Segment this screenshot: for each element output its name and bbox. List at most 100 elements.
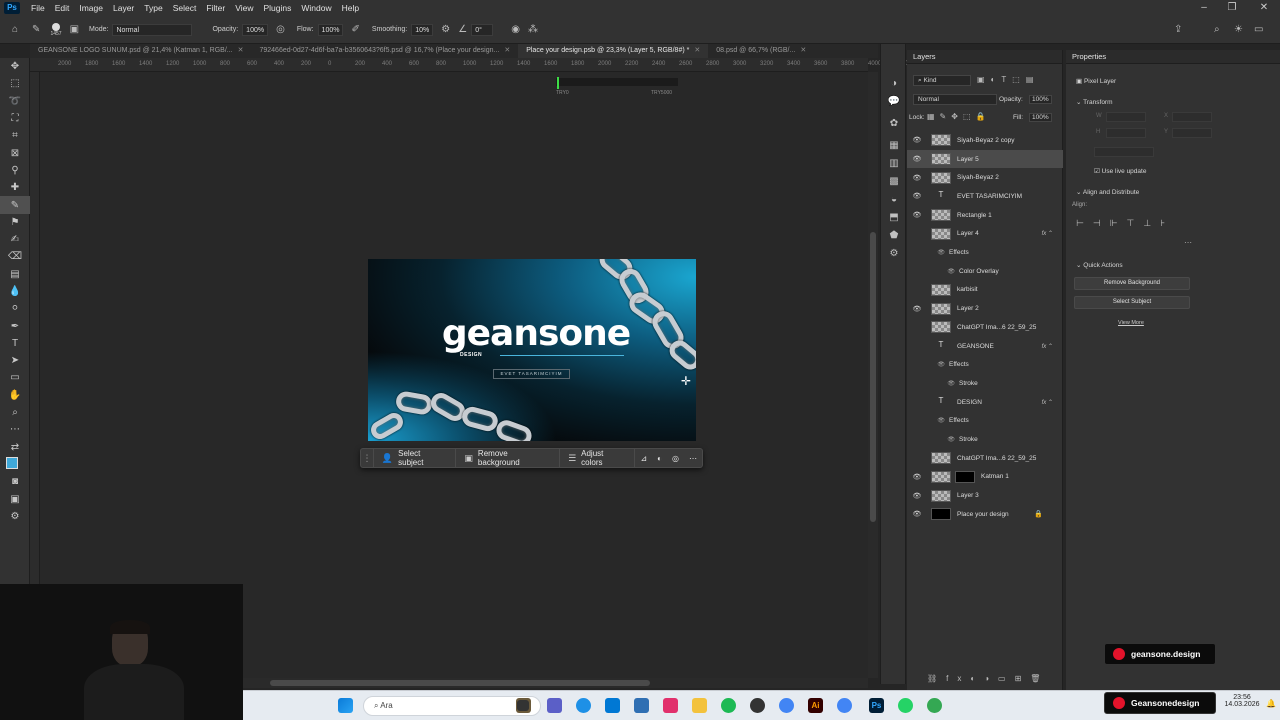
layer-row[interactable]: 👁 Place your design 🔒	[907, 505, 1063, 524]
visibility-eye-icon[interactable]: 👁	[909, 305, 925, 313]
layer-bottom-actions[interactable]: ⛓fx◐◑▭⊞🗑	[927, 674, 1049, 683]
lock-options-icons[interactable]: ▦✎✥⬚🔒	[927, 112, 990, 121]
tab-792466ed[interactable]: 792466ed-0d27-4d6f-ba7a-b3560643?6f5.psd…	[251, 44, 518, 58]
brush-tool-icon[interactable]: ✎	[0, 196, 30, 214]
instagram-icon[interactable]	[663, 698, 678, 713]
layer-effect-row[interactable]: 👁 Color Overlay	[907, 262, 1063, 281]
rectangle-tool-icon[interactable]: ▭	[0, 369, 30, 386]
lasso-tool-icon[interactable]: ➰	[0, 93, 30, 110]
shapes-panel-icon[interactable]: ⬟	[881, 226, 907, 244]
adjustment-icon[interactable]: ◎	[667, 454, 684, 463]
layer-row[interactable]: ChatGPT Ima...6 22_59_25	[907, 449, 1063, 468]
close-tab-icon[interactable]: ✕	[800, 47, 806, 54]
menu-plugins[interactable]: Plugins	[258, 3, 296, 13]
stamp-tool-icon[interactable]: ⚑	[0, 214, 30, 231]
align-buttons[interactable]: ⊢⊣⊩⊤⊥⊦	[1076, 218, 1174, 229]
taskbar-search[interactable]: ⌕ Ara	[363, 696, 541, 716]
more-options-icon[interactable]: ⋯	[684, 454, 702, 463]
close-tab-icon[interactable]: ✕	[238, 47, 244, 54]
whatsapp-icon[interactable]	[898, 698, 913, 713]
path-select-tool-icon[interactable]: ➤	[0, 352, 30, 369]
pressure-size-icon[interactable]: ◉	[511, 24, 520, 35]
history-panel-icon[interactable]: ⚙	[881, 244, 907, 262]
layer-row[interactable]: 👁 Katman 1	[907, 468, 1063, 487]
y-input[interactable]	[1172, 128, 1212, 138]
x-input[interactable]	[1172, 112, 1212, 122]
menu-help[interactable]: Help	[337, 3, 364, 13]
eyedropper-tool-icon[interactable]: ⚲	[0, 162, 30, 179]
spotify-icon[interactable]	[721, 698, 736, 713]
align-section-header[interactable]: ⌄ Align and Distribute	[1076, 188, 1139, 196]
live-update-checkbox[interactable]: ☑ Use live update	[1094, 167, 1146, 175]
more-options-icon[interactable]: ⋯	[1184, 238, 1192, 247]
menu-layer[interactable]: Layer	[108, 3, 139, 13]
visibility-eye-icon[interactable]: 👁	[909, 136, 925, 144]
marquee-tool-icon[interactable]: ⬚	[0, 75, 30, 92]
select-subject-button[interactable]: Select Subject	[1074, 296, 1190, 309]
vertical-scrollbar[interactable]	[868, 72, 878, 678]
patterns-panel-icon[interactable]: ▩	[881, 172, 907, 190]
layer-mask-thumbnail[interactable]	[955, 470, 975, 483]
notification-icon[interactable]: 🔔	[1266, 699, 1276, 708]
layer-row[interactable]: 👁 Siyah-Beyaz 2	[907, 168, 1063, 187]
adjust-colors-button[interactable]: ☰ Adjust colors	[559, 449, 634, 467]
layer-row[interactable]: 👁 Layer 3	[907, 486, 1063, 505]
visibility-eye-icon[interactable]: 👁	[909, 211, 925, 219]
layer-row[interactable]: ChatGPT Ima...6 22_59_25	[907, 318, 1063, 337]
move-tool-icon[interactable]: ✥	[0, 58, 30, 75]
layer-fill-input[interactable]: 100%	[1029, 113, 1052, 122]
angle-input[interactable]: 0°	[471, 23, 494, 36]
blur-tool-icon[interactable]: 💧	[0, 283, 30, 300]
menu-select[interactable]: Select	[168, 3, 202, 13]
chrome-profile-icon[interactable]	[837, 698, 852, 713]
tab-08[interactable]: 08.psd @ 66,7% (RGB/... ✕	[708, 44, 814, 58]
transform-section-header[interactable]: ⌄ Transform	[1076, 98, 1113, 106]
gradients-panel-icon[interactable]: ▥	[881, 154, 907, 172]
close-tab-icon[interactable]: ✕	[504, 47, 510, 54]
search-icon[interactable]: ⌕	[1214, 24, 1220, 35]
layer-row[interactable]: T DESIGN fx ⌃	[907, 393, 1063, 412]
healing-tool-icon[interactable]: ✚	[0, 179, 30, 196]
airbrush-icon[interactable]: ✐	[351, 24, 359, 35]
eraser-tool-icon[interactable]: ⌫	[0, 248, 30, 265]
angle-input[interactable]	[1094, 147, 1154, 157]
layer-row[interactable]: 👁 Rectangle 1	[907, 206, 1063, 225]
close-icon[interactable]: ✕	[1252, 0, 1276, 16]
color-swatches[interactable]	[0, 456, 30, 474]
visibility-eye-icon[interactable]: 👁	[909, 174, 925, 182]
visibility-eye-icon[interactable]: 👁	[909, 192, 925, 200]
effect-eye-icon[interactable]: 👁	[907, 268, 955, 275]
menu-file[interactable]: File	[26, 3, 50, 13]
home-icon[interactable]: ⌂	[12, 24, 18, 35]
menu-filter[interactable]: Filter	[201, 3, 230, 13]
tab-place-your-design[interactable]: Place your design.psb @ 23,3% (Layer 5, …	[518, 44, 709, 58]
minimize-icon[interactable]: –	[1192, 0, 1216, 16]
chrome-alt-icon[interactable]	[927, 698, 942, 713]
frame-tool-icon[interactable]: ⊠	[0, 144, 30, 161]
color-panel-icon[interactable]: ◑	[881, 74, 907, 92]
styles-panel-icon[interactable]: ⬒	[881, 208, 907, 226]
app-icon[interactable]	[750, 698, 765, 713]
quick-actions-header[interactable]: ⌄ Quick Actions	[1076, 261, 1123, 269]
brush-settings-icon[interactable]: ▣	[70, 24, 79, 35]
windows-start-icon[interactable]	[338, 698, 353, 713]
smoothing-input[interactable]: 10%	[411, 23, 434, 36]
fx-icon[interactable]: fx ⌃	[1042, 230, 1053, 237]
photoshop-taskbar-icon[interactable]: Ps	[869, 698, 884, 713]
quick-mask-icon[interactable]: ◙	[0, 473, 30, 490]
type-tool-icon[interactable]: T	[0, 335, 30, 352]
chrome-icon[interactable]	[779, 698, 794, 713]
maximize-icon[interactable]: ❐	[1220, 0, 1244, 16]
edge-icon[interactable]	[576, 698, 591, 713]
illustrator-icon[interactable]: Ai	[808, 698, 823, 713]
camera-icon[interactable]	[634, 698, 649, 713]
visibility-eye-icon[interactable]: 👁	[909, 473, 925, 481]
store-icon[interactable]	[605, 698, 620, 713]
screen-mode-icon[interactable]: ▣	[0, 490, 30, 507]
effect-eye-icon[interactable]: 👁	[907, 417, 945, 424]
layer-row[interactable]: 👁 Layer 5	[907, 149, 1063, 169]
opacity-input[interactable]: 100%	[242, 23, 269, 36]
menu-image[interactable]: Image	[74, 3, 108, 13]
visibility-eye-icon[interactable]: 👁	[909, 492, 925, 500]
comments-panel-icon[interactable]: 💬	[881, 92, 907, 110]
